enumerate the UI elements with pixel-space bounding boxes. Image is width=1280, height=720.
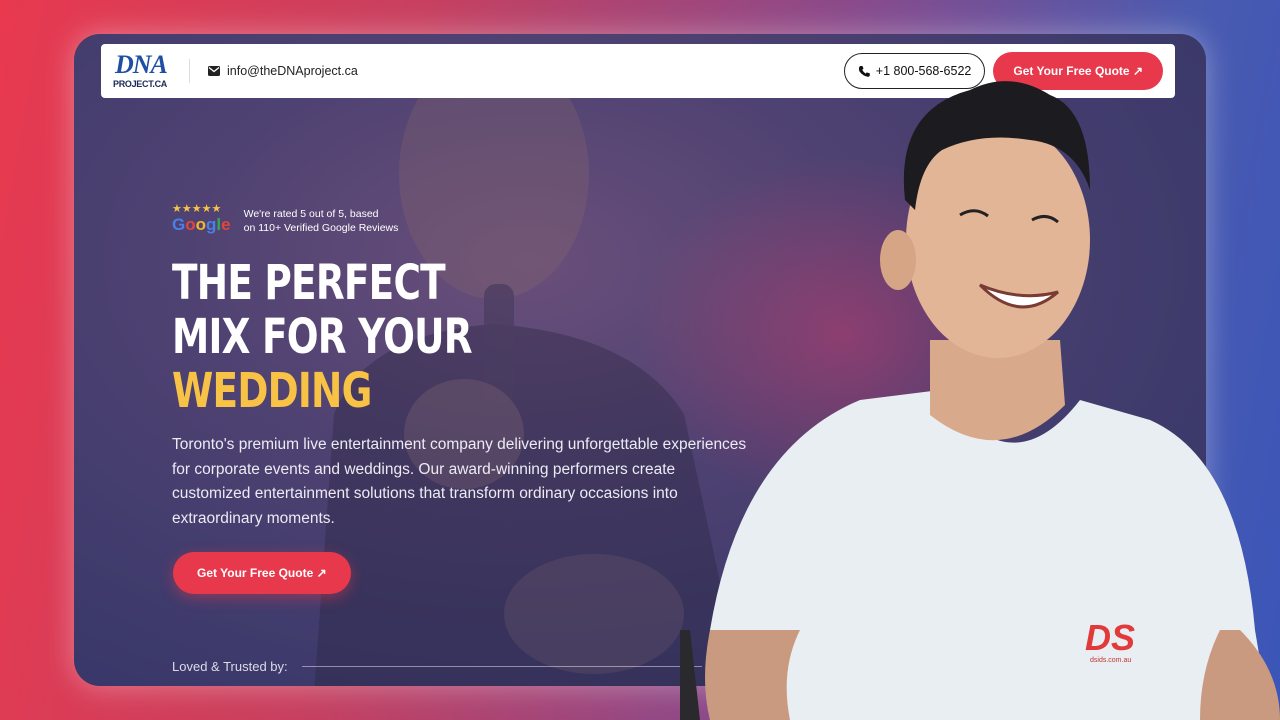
headline-line-1: THE PERFECT xyxy=(172,255,446,311)
google-badge: ★★★★★ Google xyxy=(172,204,231,234)
logo-subtext: PROJECT.CA xyxy=(113,79,168,89)
rating-line-2: on 110+ Verified Google Reviews xyxy=(243,222,399,234)
email-link[interactable]: info@theDNAproject.ca xyxy=(208,64,358,78)
presenter-video: DS dsids.com.au xyxy=(680,81,1280,720)
trusted-label: Loved & Trusted by: xyxy=(172,659,288,674)
shirt-logo: DS dsids.com.au xyxy=(1085,617,1135,664)
trusted-by-section: Loved & Trusted by: xyxy=(172,659,702,674)
rating-text: We're rated 5 out of 5, based on 110+ Ve… xyxy=(244,207,399,235)
svg-text:DS: DS xyxy=(1085,617,1135,658)
headline-line-2: MIX FOR YOUR xyxy=(172,309,473,365)
hero-quote-button[interactable]: Get Your Free Quote ↗ xyxy=(173,552,351,594)
svg-text:dsids.com.au: dsids.com.au xyxy=(1090,657,1131,664)
hero-description: Toronto's premium live entertainment com… xyxy=(172,436,747,527)
envelope-icon xyxy=(208,66,220,76)
google-rating: ★★★★★ Google We're rated 5 out of 5, bas… xyxy=(172,204,398,235)
dna-project-logo[interactable]: DNA PROJECT.CA xyxy=(113,50,169,92)
google-logo: Google xyxy=(172,215,231,234)
rating-line-1: We're rated 5 out of 5, based xyxy=(243,208,379,220)
nav-divider xyxy=(189,59,190,83)
email-text: info@theDNAproject.ca xyxy=(227,64,358,78)
trusted-divider xyxy=(301,666,702,667)
rating-stars: ★★★★★ xyxy=(172,203,222,215)
headline-accent: WEDDING xyxy=(172,363,372,419)
logo-mark: DNA xyxy=(115,50,168,79)
hero-headline: THE PERFECT MIX FOR YOUR WEDDING xyxy=(172,255,473,419)
